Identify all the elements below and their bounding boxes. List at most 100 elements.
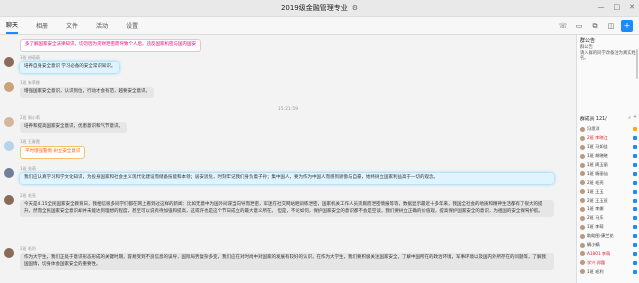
close-button[interactable]: ✕ xyxy=(629,3,635,11)
member-item[interactable]: 2班 毛亮 xyxy=(577,178,639,187)
maximize-button[interactable]: □ xyxy=(614,3,621,11)
minimize-button[interactable]: — xyxy=(598,3,605,11)
member-item[interactable]: 蜗小蜗 xyxy=(577,241,639,250)
tab-settings[interactable]: 设置 xyxy=(126,18,138,33)
tab-album[interactable]: 相册 xyxy=(36,18,48,33)
avatar[interactable] xyxy=(4,82,14,92)
message-item: 2班 毛利 作为大学生，我们正处于意识形态形成的关键时期，容易受到不良信息的误导… xyxy=(4,246,554,270)
avatar[interactable] xyxy=(4,57,14,67)
add-member-icon[interactable]: + xyxy=(633,115,637,122)
tab-activity[interactable]: 活动 xyxy=(96,18,108,33)
message-sender[interactable]: 1班 张萌 xyxy=(20,166,554,172)
member-item[interactable]: 1班 李娜 xyxy=(577,205,639,214)
message-bubble: 培养自身安全意识 学习必备的安全常识知识。 xyxy=(20,62,120,73)
member-avatar xyxy=(580,215,585,221)
member-avatar xyxy=(580,269,585,275)
member-item[interactable]: 1班 周玉丽 xyxy=(577,161,639,170)
message-item: 1班 朱荣娜 增强国家安全意识，认识到位，行动才会有范，越要安全意识。 xyxy=(4,80,154,98)
member-badge-icon xyxy=(633,234,637,239)
member-name: 蜗小蜗 xyxy=(587,242,600,248)
member-item[interactable]: 助助图-康兰花 xyxy=(577,232,639,241)
tab-chat[interactable]: 聊天 xyxy=(6,17,19,34)
window-controls: — □ ✕ xyxy=(598,3,636,11)
member-item[interactable]: 学兴 邦霞 xyxy=(577,258,639,267)
avatar[interactable] xyxy=(4,195,14,205)
member-name: 1班 周玉丽 xyxy=(587,162,608,167)
member-name: 1班 王玉 xyxy=(587,188,604,194)
member-item[interactable]: 2班 马乐 xyxy=(577,214,639,223)
message-item: 多了解国家安全法律知识，切勿因为贪财泄密而导致个人后，违反国家机密与国内国安 xyxy=(4,39,201,52)
member-avatar xyxy=(580,242,585,248)
member-item[interactable]: 1班 杨丽仙 xyxy=(577,169,639,178)
member-name: 1班 李萌 xyxy=(587,224,604,230)
member-item[interactable]: 1班 胡晓晓 xyxy=(577,152,639,161)
phone-icon[interactable]: ☏ xyxy=(557,20,569,32)
member-item[interactable]: 1班 马如佳 xyxy=(577,143,639,152)
message-item: 2班 毛亮 今天是4.15全民国家安全教育日，我相信很多同学们都在网上看到过这样… xyxy=(4,193,554,217)
member-badge-icon xyxy=(633,189,637,194)
member-badge-icon xyxy=(633,243,637,248)
screen-share-icon[interactable]: ⧉ xyxy=(589,20,601,32)
member-item[interactable]: 1班 李萌 xyxy=(577,223,639,232)
member-name: 1班 毛利 xyxy=(587,268,604,274)
group-sidebar: 群公告 群公告 请入群的同学改备注为真实姓名。 群成员 121/ ⌕ + 冯思洋… xyxy=(576,35,639,283)
notice-title[interactable]: 群公告 xyxy=(577,35,639,45)
member-name: 助助图-康兰花 xyxy=(587,233,614,239)
tab-files[interactable]: 文件 xyxy=(66,18,78,33)
timestamp: 15:21:59 xyxy=(277,107,299,112)
tab-tools: ☏ ▭ ⧉ ◫ + xyxy=(557,20,633,32)
member-item[interactable]: 2班 李晓江 xyxy=(577,134,639,143)
message-body: 多了解国家安全法律知识，切勿因为贪财泄密而导致个人后，违反国家机密与国内国安 xyxy=(20,39,201,52)
chat-area[interactable]: 多了解国家安全法律知识，切勿因为贪财泄密而导致个人后，违反国家机密与国内国安 3… xyxy=(0,35,576,283)
member-item[interactable]: 1班 毛利 xyxy=(577,267,639,276)
avatar[interactable] xyxy=(4,168,14,178)
message-bubble: 增强国家安全意识，认识到位，行动才会有范，越要安全意识。 xyxy=(20,87,154,98)
message-sender[interactable]: 2班 毛亮 xyxy=(20,193,554,199)
notice-scrollbar[interactable] xyxy=(636,49,638,79)
member-name: 1班 杨丽仙 xyxy=(587,170,608,176)
tab-bar: 聊天 相册 文件 活动 设置 ☏ ▭ ⧉ ◫ + xyxy=(0,17,639,35)
member-avatar xyxy=(580,171,585,177)
settings-gear-icon[interactable]: ⚙ xyxy=(352,4,358,12)
title-bar: 2019级金融管理专业 ⚙ — □ ✕ xyxy=(0,0,639,17)
message-body: 2班 毛亮 今天是4.15全民国家安全教育日，我相信很多同学们都在网上看到过这样… xyxy=(20,193,554,217)
member-badge-icon xyxy=(633,171,637,176)
member-item[interactable]: A1801 李萌 xyxy=(577,249,639,258)
message-sender[interactable]: 2班 周小莉 xyxy=(20,115,127,121)
member-badge-icon xyxy=(633,198,637,203)
add-icon[interactable]: + xyxy=(621,20,633,32)
avatar[interactable] xyxy=(4,117,14,127)
member-item[interactable]: 2班 王玉亚 xyxy=(577,196,639,205)
video-icon[interactable]: ▭ xyxy=(573,20,585,32)
member-avatar xyxy=(580,135,585,141)
member-badge-icon xyxy=(633,127,637,132)
search-icon[interactable]: ⌕ xyxy=(628,115,631,122)
message-sender[interactable]: 3班 胡萌萌 xyxy=(20,55,119,61)
member-name: 学兴 邦霞 xyxy=(587,259,606,265)
message-item: 1班 张萌 我们应认真学习和学文化知识，为投身国家和社会主义现代化建设而储备技能… xyxy=(4,166,554,184)
member-badge-icon xyxy=(633,180,637,185)
avatar[interactable] xyxy=(4,248,14,258)
message-bubble: 平时增强警惕 树立安全意识 xyxy=(20,146,86,159)
message-body: 3班 王春霞 平时增强警惕 树立安全意识 xyxy=(20,139,86,159)
member-badge-icon xyxy=(633,225,637,230)
member-badge-icon xyxy=(633,163,637,167)
message-sender[interactable]: 1班 朱荣娜 xyxy=(20,80,154,86)
member-avatar xyxy=(580,233,585,239)
chat-icon[interactable]: ◫ xyxy=(605,20,617,32)
member-avatar xyxy=(580,162,585,168)
message-body: 2班 毛利 作为大学生，我们正处于意识形态形成的关键时期，容易受到不良信息的误导… xyxy=(20,246,554,270)
member-avatar xyxy=(580,180,585,186)
member-name: A1801 李萌 xyxy=(587,250,611,256)
member-avatar xyxy=(580,251,585,257)
message-bubble: 多了解国家安全法律知识，切勿因为贪财泄密而导致个人后，违反国家机密与国内国安 xyxy=(20,39,201,52)
members-header: 群成员 121/ ⌕ + xyxy=(577,115,639,122)
message-sender[interactable]: 3班 王春霞 xyxy=(20,139,85,145)
message-sender[interactable]: 2班 毛利 xyxy=(20,246,554,252)
member-name: 2班 马乐 xyxy=(587,215,604,221)
message-item: 2班 周小莉 培养和提高国家安全意识，优患意识和气节意识。 xyxy=(4,115,127,133)
member-item[interactable]: 1班 王玉 xyxy=(577,187,639,196)
avatar[interactable] xyxy=(4,141,14,151)
member-item[interactable]: 冯思洋 xyxy=(577,125,639,134)
members-title: 群成员 121/ xyxy=(580,117,607,122)
